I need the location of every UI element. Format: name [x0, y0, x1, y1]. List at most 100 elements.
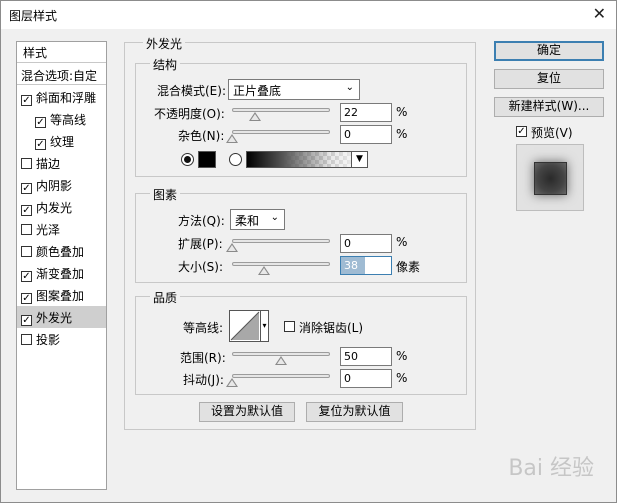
method-select[interactable]: 柔和 ⌄: [230, 209, 285, 230]
outer-glow-title: 外发光: [143, 35, 186, 52]
style-checkbox[interactable]: ✓: [21, 293, 32, 304]
noise-label: 杂色(N):: [178, 129, 225, 143]
style-list-item[interactable]: 光泽: [17, 218, 106, 240]
range-slider-thumb[interactable]: [275, 356, 287, 365]
gradient-picker[interactable]: ▼: [246, 151, 368, 168]
opacity-slider[interactable]: [232, 108, 330, 112]
contour-picker[interactable]: ▾: [229, 310, 269, 342]
reset-default-button[interactable]: 复位为默认值: [306, 402, 403, 422]
gradient-radio[interactable]: [229, 153, 242, 166]
anti-alias-checkbox[interactable]: [284, 321, 295, 332]
noise-input[interactable]: 0: [340, 125, 392, 144]
chevron-down-icon: ⌄: [270, 212, 279, 223]
style-checkbox[interactable]: ✓: [21, 271, 32, 282]
style-list-item[interactable]: ✓ 纹理: [17, 130, 106, 152]
noise-slider[interactable]: [232, 130, 330, 134]
blend-mode-value: 正片叠底: [233, 84, 282, 98]
style-list-item-label: 颜色叠加: [36, 245, 85, 259]
dialog-title: 图层样式: [9, 9, 58, 23]
jitter-label: 抖动(J):: [183, 373, 224, 387]
style-checkbox[interactable]: ✓: [35, 139, 46, 150]
jitter-slider[interactable]: [232, 374, 330, 378]
solid-color-radio[interactable]: [181, 153, 194, 166]
style-checkbox[interactable]: ✓: [21, 95, 32, 106]
style-checkbox[interactable]: ✓: [35, 117, 46, 128]
blend-mode-select[interactable]: 正片叠底 ⌄: [228, 79, 360, 100]
range-unit: %: [396, 349, 408, 363]
color-swatch[interactable]: [198, 151, 216, 168]
set-default-button[interactable]: 设置为默认值: [199, 402, 295, 422]
style-list-item[interactable]: 投影: [17, 328, 106, 350]
ok-button[interactable]: 确定: [494, 41, 604, 61]
style-list-item[interactable]: ✓ 外发光: [17, 306, 106, 328]
style-list-item[interactable]: ✓ 斜面和浮雕: [17, 86, 106, 108]
opacity-unit: %: [396, 105, 408, 119]
jitter-input[interactable]: 0: [340, 369, 392, 388]
preview-swatch: [534, 162, 567, 195]
quality-title: 品质: [150, 289, 181, 306]
chevron-down-icon: ⌄: [345, 82, 354, 93]
structure-title: 结构: [150, 56, 181, 73]
gradient-dropdown-icon[interactable]: ▼: [351, 152, 367, 167]
close-icon[interactable]: ✕: [593, 4, 606, 23]
style-list-item-label: 等高线: [50, 113, 87, 127]
size-label: 大小(S):: [178, 260, 224, 274]
spread-slider-thumb[interactable]: [226, 243, 238, 252]
style-list-item-label: 光泽: [36, 223, 61, 237]
range-label: 范围(R):: [180, 351, 226, 365]
method-value: 柔和: [235, 214, 260, 228]
contour-label: 等高线:: [183, 321, 224, 335]
style-list-item-label: 渐变叠加: [36, 267, 85, 281]
style-checkbox[interactable]: ✓: [21, 315, 32, 326]
blend-options-item[interactable]: 混合选项:自定: [17, 64, 106, 85]
preview-checkbox[interactable]: ✓: [516, 126, 527, 137]
style-preview-thumbnail: [516, 144, 584, 211]
size-unit: 像素: [396, 260, 421, 274]
method-label: 方法(Q):: [178, 214, 225, 228]
jitter-unit: %: [396, 371, 408, 385]
style-list-item[interactable]: 描边: [17, 152, 106, 174]
style-checkbox[interactable]: [21, 246, 32, 257]
opacity-slider-thumb[interactable]: [249, 112, 261, 121]
style-checkbox[interactable]: [21, 158, 32, 169]
contour-dropdown-icon[interactable]: ▾: [260, 311, 268, 341]
style-list-item-label: 投影: [36, 333, 61, 347]
spread-slider[interactable]: [232, 239, 330, 243]
title-bar: 图层样式 ✕: [1, 1, 616, 29]
style-list-item[interactable]: ✓ 内发光: [17, 196, 106, 218]
style-list-item[interactable]: ✓ 内阴影: [17, 174, 106, 196]
style-checkbox[interactable]: ✓: [21, 205, 32, 216]
style-list-item[interactable]: 颜色叠加: [17, 240, 106, 262]
watermark: Bai 经验: [508, 456, 594, 481]
style-list-item-label: 内发光: [36, 201, 73, 215]
style-list-item[interactable]: ✓ 图案叠加: [17, 284, 106, 306]
opacity-label: 不透明度(O):: [154, 107, 225, 121]
size-slider[interactable]: [232, 262, 330, 266]
contour-icon: [230, 311, 260, 341]
jitter-slider-thumb[interactable]: [226, 378, 238, 387]
style-list-item[interactable]: ✓ 等高线: [17, 108, 106, 130]
style-checkbox[interactable]: [21, 224, 32, 235]
style-list-item[interactable]: ✓ 渐变叠加: [17, 262, 106, 284]
style-checkbox[interactable]: ✓: [21, 183, 32, 194]
style-list-header[interactable]: 样式: [17, 42, 106, 63]
style-list-item-label: 外发光: [36, 311, 73, 325]
style-list-item-label: 描边: [36, 157, 61, 171]
preview-label[interactable]: 预览(V): [531, 124, 573, 141]
style-list-item-label: 纹理: [50, 135, 75, 149]
layer-style-dialog: 图层样式 ✕ 样式 混合选项:自定 ✓ 斜面和浮雕 ✓ 等高线 ✓ 纹理 描边 ✓ 内阴影 ✓ 内发…: [0, 0, 617, 503]
range-input[interactable]: 50: [340, 347, 392, 366]
style-list-item-label: 图案叠加: [36, 289, 85, 303]
noise-unit: %: [396, 127, 408, 141]
spread-label: 扩展(P):: [178, 237, 223, 251]
size-slider-thumb[interactable]: [258, 266, 270, 275]
new-style-button[interactable]: 新建样式(W)...: [494, 97, 604, 117]
opacity-input[interactable]: 22: [340, 103, 392, 122]
reset-button[interactable]: 复位: [494, 69, 604, 89]
style-list-item-label: 斜面和浮雕: [36, 91, 97, 105]
size-input[interactable]: 38: [340, 256, 392, 275]
noise-slider-thumb[interactable]: [226, 134, 238, 143]
spread-input[interactable]: 0: [340, 234, 392, 253]
anti-alias-label[interactable]: 消除锯齿(L): [299, 319, 363, 336]
style-checkbox[interactable]: [21, 334, 32, 345]
